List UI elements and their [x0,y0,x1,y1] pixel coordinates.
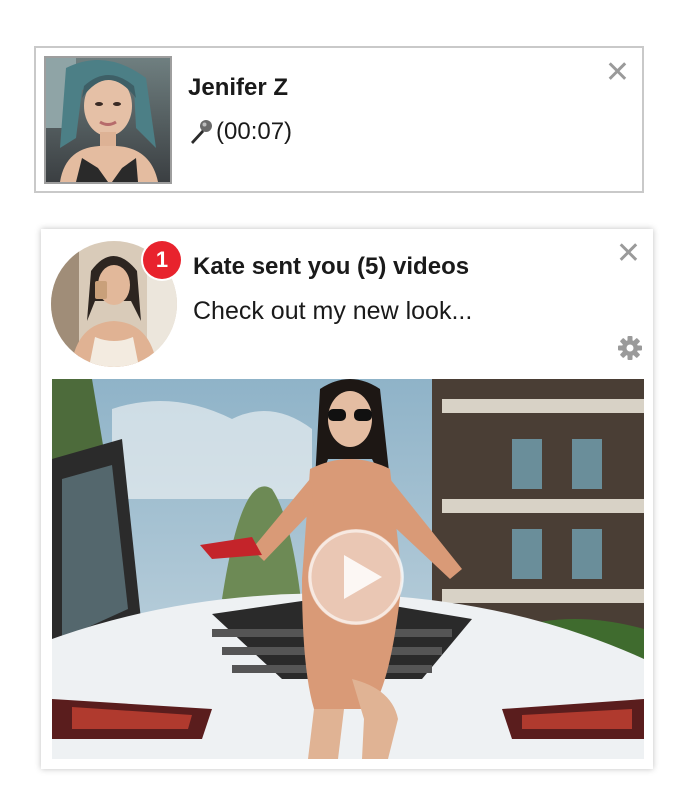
video-preview[interactable] [52,379,644,759]
sender-photo[interactable] [44,56,172,184]
page: Jenifer Z (00:07) ✕ 1 Kate sent you (5) … [0,0,686,790]
voice-message-notification[interactable]: Jenifer Z (00:07) ✕ [34,46,644,193]
sender-avatar-container[interactable]: 1 [51,241,181,367]
gear-icon[interactable] [617,335,643,361]
close-icon[interactable]: ✕ [616,239,641,269]
close-icon[interactable]: ✕ [605,58,630,88]
video-notification[interactable]: 1 Kate sent you (5) videos Check out my … [41,229,653,769]
play-button[interactable] [308,529,404,625]
sender-name: Jenifer Z [188,74,289,101]
microphone-icon [188,119,214,145]
voice-duration: (00:07) [216,118,293,145]
voice-message-line: (00:07) [188,118,292,146]
play-icon [308,529,404,625]
notification-title: Kate sent you (5) videos [193,253,470,280]
unread-count-badge: 1 [143,241,181,279]
notification-message: Check out my new look... [193,297,473,325]
